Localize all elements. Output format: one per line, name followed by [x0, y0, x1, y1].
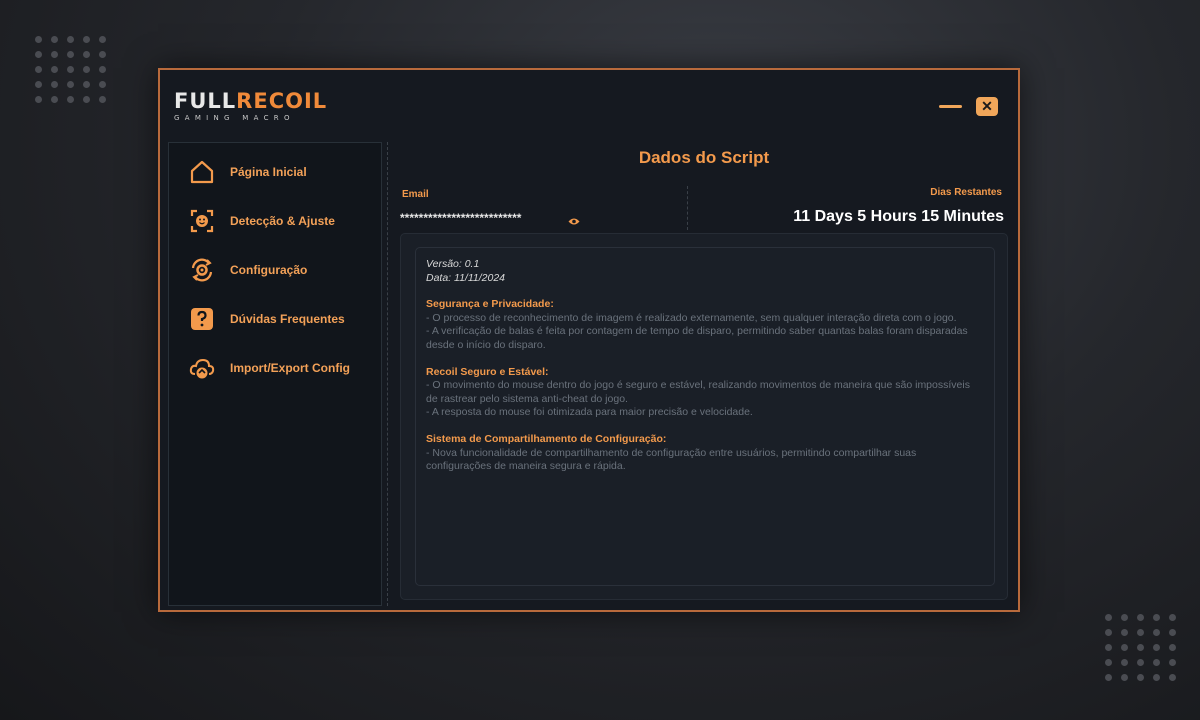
sidebar-item-home[interactable]: Página Inicial	[189, 158, 307, 186]
app-window: FULLRECOIL GAMING MACRO ✕ Página Inicial…	[158, 68, 1020, 612]
header-divider	[687, 186, 688, 230]
logo-recoil-text: RECOIL	[236, 89, 328, 113]
sidebar-item-settings[interactable]: Configuração	[189, 256, 307, 284]
info-panel: Versão: 0.1 Data: 11/11/2024 Segurança e…	[400, 233, 1008, 600]
section-line: - O processo de reconhecimento de imagem…	[426, 311, 957, 324]
days-remaining-value: 11 Days 5 Hours 15 Minutes	[793, 208, 1004, 225]
section-line: - O movimento do mouse dentro do jogo é …	[426, 379, 970, 405]
vertical-divider	[387, 142, 388, 606]
logo: FULLRECOIL GAMING MACRO	[174, 90, 327, 122]
section-line: - A verificação de balas é feita por con…	[426, 325, 968, 351]
question-icon	[189, 306, 215, 332]
minimize-icon[interactable]	[939, 105, 962, 108]
version-text: Versão: 0.1	[426, 258, 480, 270]
logo-subtitle: GAMING MACRO	[174, 114, 295, 122]
decorative-dots	[1105, 614, 1177, 681]
changelog-text[interactable]: Versão: 0.1 Data: 11/11/2024 Segurança e…	[415, 247, 995, 586]
section-line: - Nova funcionalidade de compartilhament…	[426, 446, 917, 473]
section-title: Sistema de Compartilhamento de Configura…	[426, 432, 667, 445]
sidebar-item-label: Página Inicial	[230, 165, 307, 179]
section-line: - A resposta do mouse foi otimizada para…	[426, 406, 753, 419]
email-label: Email	[402, 189, 429, 200]
sidebar: Página Inicial Detecção & Ajuste Configu…	[168, 142, 382, 606]
close-glyph: ✕	[981, 98, 993, 114]
home-icon	[189, 159, 215, 185]
decorative-dots	[35, 36, 107, 103]
sidebar-item-label: Import/Export Config	[230, 361, 350, 375]
sidebar-item-faq[interactable]: Dúvidas Frequentes	[189, 305, 345, 333]
close-icon[interactable]: ✕	[976, 97, 998, 116]
section-title: Recoil Seguro e Estável:	[426, 365, 549, 378]
logo-full-text: FULL	[174, 89, 237, 113]
email-value: **************************	[400, 211, 522, 225]
face-scan-icon	[189, 208, 215, 234]
sidebar-item-detection[interactable]: Detecção & Ajuste	[189, 207, 335, 235]
window-controls: ✕	[939, 97, 998, 116]
sidebar-item-label: Configuração	[230, 263, 308, 277]
sidebar-item-label: Detecção & Ajuste	[230, 214, 335, 228]
sidebar-item-import-export[interactable]: Import/Export Config	[189, 354, 350, 382]
gear-refresh-icon	[189, 257, 215, 283]
date-text: Data: 11/11/2024	[426, 271, 506, 284]
eye-icon[interactable]	[568, 213, 580, 231]
sidebar-item-label: Dúvidas Frequentes	[230, 312, 345, 326]
section-title: Segurança e Privacidade:	[426, 298, 554, 311]
page-title: Dados do Script	[638, 148, 770, 167]
cloud-sync-icon	[189, 355, 215, 381]
days-remaining-label: Dias Restantes	[930, 187, 1002, 198]
